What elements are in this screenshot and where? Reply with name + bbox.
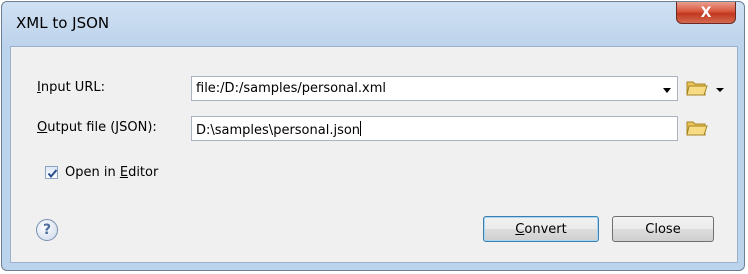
input-url-combobox[interactable]: file:/D:/samples/personal.xml xyxy=(191,76,678,101)
chevron-down-icon[interactable] xyxy=(663,88,671,93)
output-file-input[interactable]: D:\samples\personal.json xyxy=(191,116,678,141)
browse-dropdown-chevron-icon[interactable] xyxy=(716,88,724,92)
output-file-value: D:\samples\personal.json xyxy=(196,121,362,138)
open-in-editor-label[interactable]: Open in Editor xyxy=(65,165,158,180)
output-file-label: Output file (JSON): xyxy=(37,120,157,135)
convert-button-label: Convert xyxy=(515,221,567,237)
close-icon: X xyxy=(700,4,712,21)
input-url-label: Input URL: xyxy=(37,80,105,95)
help-icon: ? xyxy=(42,222,52,238)
dialog-window: XML to JSON X Input URL: file:/D:/sample… xyxy=(1,1,745,271)
help-button[interactable]: ? xyxy=(36,219,58,241)
check-icon xyxy=(47,169,58,179)
window-close-button[interactable]: X xyxy=(676,2,736,24)
close-button[interactable]: Close xyxy=(612,216,714,242)
close-button-label: Close xyxy=(645,221,681,237)
open-in-editor-checkbox[interactable] xyxy=(45,166,58,179)
folder-icon[interactable] xyxy=(685,78,709,98)
folder-icon[interactable] xyxy=(685,118,709,138)
input-url-value: file:/D:/samples/personal.xml xyxy=(196,81,386,96)
dialog-body: Input URL: file:/D:/samples/personal.xml… xyxy=(10,46,738,263)
window-title: XML to JSON xyxy=(16,14,110,32)
convert-button[interactable]: Convert xyxy=(483,216,599,242)
